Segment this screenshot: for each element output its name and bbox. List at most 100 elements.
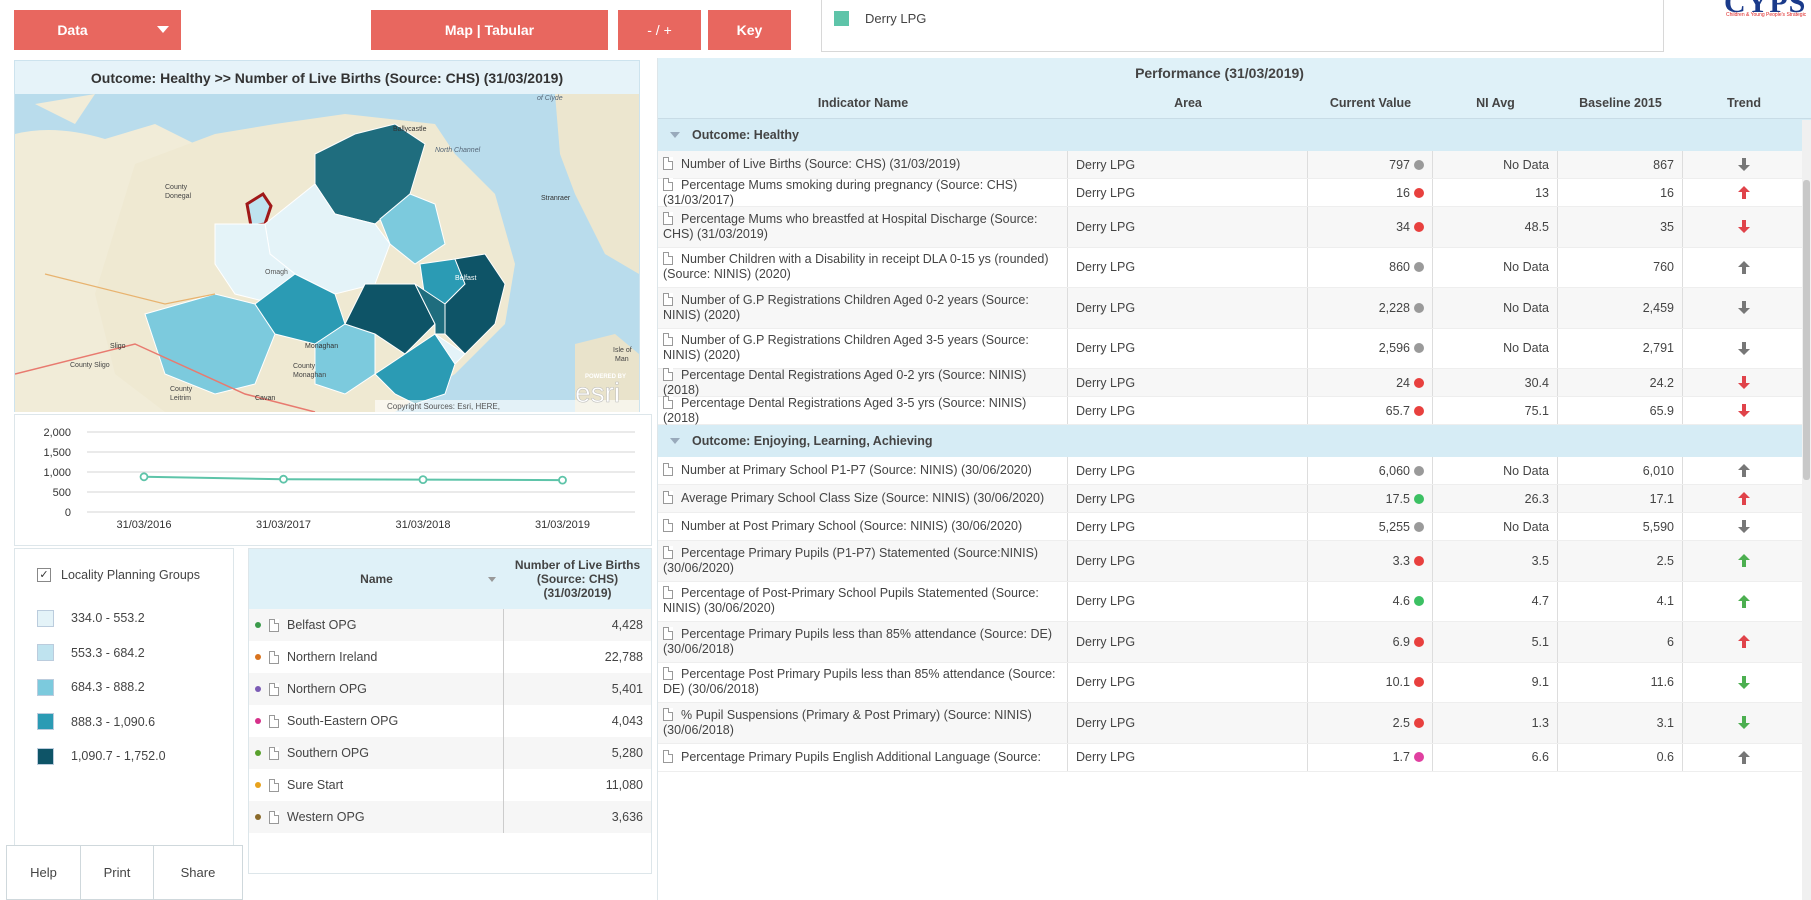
indicator-row[interactable]: Average Primary School Class Size (Sourc…	[658, 485, 1811, 513]
indicator-row[interactable]: Percentage Mums smoking during pregnancy…	[658, 177, 1811, 207]
sort-icon[interactable]	[488, 577, 496, 582]
document-icon[interactable]	[269, 714, 279, 728]
document-icon[interactable]	[663, 463, 673, 476]
table-row[interactable]: Northern OPG 5,401	[249, 673, 651, 705]
document-icon[interactable]	[663, 252, 673, 266]
document-icon[interactable]	[663, 333, 673, 347]
indicator-row[interactable]: Percentage Primary Pupils less than 85% …	[658, 622, 1811, 663]
collapse-icon[interactable]	[670, 438, 680, 444]
print-button[interactable]: Print	[80, 845, 154, 900]
map-tabular-toggle[interactable]: Map | Tabular	[371, 10, 608, 50]
indicator-row[interactable]: Percentage Post Primary Pupils less than…	[658, 662, 1811, 703]
data-dropdown[interactable]: Data	[14, 10, 181, 50]
header-ni-avg[interactable]: NI Avg	[1433, 88, 1558, 118]
ni-avg-cell: 6.6	[1433, 743, 1558, 771]
header-trend[interactable]: Trend	[1683, 88, 1805, 118]
legend-header[interactable]: ✓ Locality Planning Groups	[15, 549, 233, 601]
status-dot	[1414, 465, 1424, 476]
indicator-row[interactable]: Percentage Dental Registrations Aged 3-5…	[658, 395, 1811, 425]
table-row[interactable]: Southern OPG 5,280	[249, 737, 651, 769]
document-icon[interactable]	[663, 586, 673, 600]
indicator-row[interactable]: Number at Post Primary School (Source: N…	[658, 513, 1811, 541]
table-row[interactable]: Sure Start 11,080	[249, 769, 651, 801]
arrow-down-icon	[1738, 341, 1750, 355]
ni-avg-cell: 26.3	[1433, 485, 1558, 512]
collapse-icon[interactable]	[670, 132, 680, 138]
zoom-button[interactable]: - / +	[618, 10, 701, 50]
document-icon[interactable]	[663, 177, 673, 191]
svg-text:of Clyde: of Clyde	[537, 95, 563, 102]
indicator-row[interactable]: Percentage of Post-Primary School Pupils…	[658, 581, 1811, 622]
key-button[interactable]: Key	[708, 10, 791, 50]
indicator-row[interactable]: % Pupil Suspensions (Primary & Post Prim…	[658, 703, 1811, 744]
table-row[interactable]: South-Eastern OPG 4,043	[249, 705, 651, 737]
baseline-cell: 6	[1558, 622, 1683, 662]
header-baseline[interactable]: Baseline 2015	[1558, 88, 1683, 118]
document-icon[interactable]	[663, 519, 673, 532]
document-icon[interactable]	[269, 778, 279, 792]
document-icon[interactable]	[269, 810, 279, 824]
scrollbar-thumb[interactable]	[1803, 180, 1810, 480]
document-icon[interactable]	[663, 749, 673, 763]
data-point[interactable]	[558, 475, 567, 485]
indicator-row[interactable]: Percentage Primary Pupils (P1-P7) Statem…	[658, 541, 1811, 582]
document-icon[interactable]	[663, 626, 673, 640]
document-icon[interactable]	[663, 491, 673, 504]
document-icon[interactable]	[663, 545, 673, 559]
indicator-row[interactable]: Number of G.P Registrations Children Age…	[658, 288, 1811, 329]
document-icon[interactable]	[269, 746, 279, 760]
current-value-cell: 4.6	[1308, 581, 1433, 621]
table-row[interactable]: Northern Ireland 22,788	[249, 641, 651, 673]
indicator-row[interactable]: Number at Primary School P1-P7 (Source: …	[658, 457, 1811, 485]
trend-cell	[1683, 485, 1805, 512]
checkbox-icon[interactable]: ✓	[37, 568, 51, 582]
document-icon[interactable]	[663, 667, 673, 681]
indicator-text: Number at Post Primary School (Source: N…	[663, 519, 1022, 534]
choropleth-map[interactable]: Ballycastle North Channel Stranraer Coun…	[15, 94, 639, 412]
status-dot	[1414, 555, 1424, 566]
trend-cell	[1683, 622, 1805, 662]
help-button[interactable]: Help	[6, 845, 81, 900]
document-icon[interactable]	[663, 157, 673, 170]
header-indicator[interactable]: Indicator Name	[658, 88, 1068, 118]
header-current[interactable]: Current Value	[1308, 88, 1433, 118]
data-point[interactable]	[418, 475, 428, 484]
scrollbar[interactable]	[1802, 120, 1811, 900]
section-header[interactable]: Outcome: Enjoying, Learning, Achieving	[658, 425, 1811, 457]
section-header[interactable]: Outcome: Healthy	[658, 119, 1811, 151]
indicator-row[interactable]: Percentage Mums who breastfed at Hospita…	[658, 207, 1811, 248]
indicator-row[interactable]: Number of Live Births (Source: CHS) (31/…	[658, 151, 1811, 179]
share-button[interactable]: Share	[153, 845, 243, 900]
value-column-header[interactable]: Number of Live Births (Source: CHS) (31/…	[504, 549, 651, 609]
document-icon[interactable]	[663, 367, 673, 381]
header-area[interactable]: Area	[1068, 88, 1308, 118]
document-icon[interactable]	[663, 707, 673, 721]
area-cell: Derry LPG	[1068, 622, 1308, 662]
indicator-row[interactable]: Percentage Dental Registrations Aged 0-2…	[658, 367, 1811, 397]
table-row[interactable]: Western OPG 3,636	[249, 801, 651, 833]
document-icon[interactable]	[269, 682, 279, 696]
document-icon[interactable]	[269, 650, 279, 664]
area-cell: Derry LPG	[1068, 457, 1308, 484]
indicator-row[interactable]: Number of G.P Registrations Children Age…	[658, 328, 1811, 369]
trend-cell	[1683, 457, 1805, 484]
data-point[interactable]	[279, 474, 288, 484]
indicator-name: Percentage Mums smoking during pregnancy…	[663, 177, 1018, 207]
area-cell: Derry LPG	[1068, 662, 1308, 702]
indicator-row[interactable]: Percentage Primary Pupils English Additi…	[658, 743, 1811, 772]
document-icon[interactable]	[269, 618, 279, 632]
x-tick-label: 31/03/2016	[116, 519, 171, 531]
legend-swatch	[37, 644, 54, 662]
document-icon[interactable]	[663, 395, 673, 409]
indicator-row[interactable]: Number Children with a Disability in rec…	[658, 247, 1811, 288]
table-row[interactable]: Belfast OPG 4,428	[249, 609, 651, 641]
svg-text:Stranraer: Stranraer	[541, 195, 571, 202]
name-column-header[interactable]: Name	[249, 549, 504, 609]
current-value: 860	[1389, 260, 1410, 275]
indicator-name: Percentage Dental Registrations Aged 0-2…	[663, 367, 1027, 397]
data-point[interactable]	[139, 472, 149, 482]
document-icon[interactable]	[663, 292, 673, 306]
current-value: 10.1	[1385, 675, 1410, 690]
legend-swatch	[834, 11, 849, 26]
document-icon[interactable]	[663, 211, 673, 225]
